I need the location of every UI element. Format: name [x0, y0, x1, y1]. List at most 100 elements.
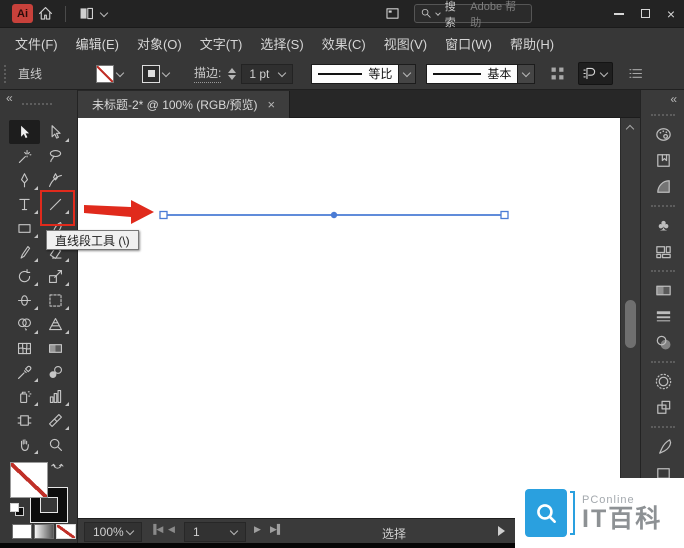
menu-item-1[interactable]: 编辑(E) [67, 34, 128, 53]
perspective-grid-tool[interactable] [40, 312, 71, 336]
blend-tool[interactable] [40, 360, 71, 384]
artboard-navigation-dropdown[interactable]: 1 [184, 522, 246, 542]
panel-drag-handle[interactable] [4, 65, 8, 83]
brush-definition-dropdown[interactable]: 基本 [426, 64, 518, 84]
gradient-tool[interactable] [40, 336, 71, 360]
curvature-tool[interactable] [40, 168, 71, 192]
shape-builder-tool[interactable] [9, 312, 40, 336]
fill-color-swatch[interactable] [96, 65, 114, 83]
panel-menu-icon[interactable] [627, 65, 644, 82]
next-artboard-icon[interactable]: ▶ [254, 524, 261, 535]
previous-artboard-icon[interactable]: ◀ [168, 524, 175, 535]
document-tab[interactable]: 未标题-2* @ 100% (RGB/预览) × [78, 91, 290, 118]
status-play-icon[interactable] [498, 526, 505, 536]
tool-name-label: 直线 [18, 65, 42, 82]
last-artboard-icon[interactable]: ▶▌ [270, 524, 283, 535]
gradient-button[interactable] [34, 524, 54, 539]
stroke-chevron-icon[interactable] [162, 68, 170, 76]
shaper-tool[interactable] [9, 240, 40, 264]
symbol-sprayer-tool[interactable] [9, 384, 40, 408]
minimize-button[interactable] [606, 3, 632, 25]
menu-item-3[interactable]: 文字(T) [191, 34, 252, 53]
canvas-artboard[interactable] [78, 118, 620, 518]
dock-drag-handle[interactable] [651, 426, 675, 428]
menu-item-7[interactable]: 窗口(W) [436, 34, 501, 53]
fill-swatch[interactable] [10, 462, 48, 498]
workspace-layout-icon[interactable] [74, 3, 98, 25]
menu-item-4[interactable]: 选择(S) [251, 34, 312, 53]
line-segment-object[interactable] [78, 118, 620, 518]
search-label: 搜索 [445, 0, 467, 30]
gradient-quarter-panel-icon[interactable] [648, 173, 678, 199]
artboards-panel-icon[interactable] [648, 238, 678, 264]
menu-item-6[interactable]: 视图(V) [375, 34, 436, 53]
free-transform-tool[interactable] [40, 288, 71, 312]
align-options-icon[interactable] [549, 65, 566, 82]
artboard-tool[interactable] [9, 408, 40, 432]
menu-item-2[interactable]: 对象(O) [128, 34, 191, 53]
arrange-documents-icon[interactable] [380, 3, 404, 25]
swap-fill-stroke-icon[interactable] [50, 461, 65, 479]
width-tool[interactable] [9, 288, 40, 312]
dock-drag-handle[interactable] [651, 361, 675, 363]
toolbar-drag-handle[interactable] [22, 103, 52, 105]
brush-definition-chevron-icon[interactable] [518, 64, 535, 84]
swatches-panel-icon[interactable] [648, 147, 678, 173]
direct-selection-tool[interactable] [40, 120, 71, 144]
appearance-panel-icon[interactable] [648, 368, 678, 394]
width-profile-dropdown[interactable]: 等比 [311, 64, 399, 84]
none-button[interactable] [56, 524, 76, 539]
layout-chevron-icon[interactable] [100, 8, 108, 16]
default-fill-stroke-icon[interactable] [10, 503, 26, 517]
magic-wand-tool[interactable] [9, 144, 40, 168]
app-logo-icon[interactable]: Ai [12, 4, 33, 23]
maximize-button[interactable] [632, 3, 658, 25]
dock-drag-handle[interactable] [651, 205, 675, 207]
zoom-tool[interactable] [40, 432, 71, 456]
scroll-up-icon[interactable] [626, 125, 634, 133]
stroke-weight-stepper[interactable] [228, 68, 236, 80]
scrollbar-thumb[interactable] [625, 300, 636, 348]
close-button[interactable]: × [658, 3, 684, 25]
menu-item-8[interactable]: 帮助(H) [501, 34, 563, 53]
pen-tool[interactable] [9, 168, 40, 192]
graphic-styles-panel-icon[interactable] [648, 394, 678, 420]
menu-item-0[interactable]: 文件(F) [6, 34, 67, 53]
hand-tool[interactable] [9, 432, 40, 456]
home-icon[interactable] [33, 3, 57, 25]
zoom-level-dropdown[interactable]: 100% [84, 522, 142, 542]
eyedropper-tool[interactable] [9, 360, 40, 384]
stroke-label[interactable]: 描边: [194, 64, 221, 83]
rotate-tool[interactable] [9, 264, 40, 288]
scale-tool[interactable] [40, 264, 71, 288]
stroke-color-swatch[interactable] [142, 65, 160, 83]
first-artboard-icon[interactable]: ▐◀ [150, 524, 163, 535]
menu-item-5[interactable]: 效果(C) [313, 34, 375, 53]
column-graph-tool[interactable] [40, 384, 71, 408]
titlebar-divider [65, 6, 66, 22]
fill-chevron-icon[interactable] [116, 68, 124, 76]
transparency-panel-icon[interactable] [648, 329, 678, 355]
color-button[interactable] [12, 524, 32, 539]
color-panel-icon[interactable] [648, 121, 678, 147]
type-tool[interactable] [9, 192, 40, 216]
tab-close-icon[interactable]: × [268, 97, 276, 112]
symbols-panel-icon[interactable]: ♣ [648, 212, 678, 238]
selection-tool[interactable] [9, 120, 40, 144]
search-box[interactable]: 搜索 Adobe 帮助 [414, 4, 532, 23]
dock-collapse-icon[interactable]: « [670, 93, 677, 105]
brushes-panel-icon[interactable] [648, 433, 678, 459]
width-profile-chevron-icon[interactable] [399, 64, 416, 84]
stroke-options-icon[interactable] [578, 62, 613, 85]
vertical-scrollbar[interactable] [620, 118, 640, 518]
stroke-weight-field[interactable]: 1 pt [241, 64, 293, 84]
rectangle-tool[interactable] [9, 216, 40, 240]
dock-drag-handle[interactable] [651, 114, 675, 116]
stroke-panel-icon[interactable] [648, 303, 678, 329]
slice-tool[interactable] [40, 408, 71, 432]
gradient-panel-icon[interactable] [648, 277, 678, 303]
mesh-tool[interactable] [9, 336, 40, 360]
dock-drag-handle[interactable] [651, 270, 675, 272]
toolbar-collapse-icon[interactable]: « [6, 92, 13, 104]
lasso-tool[interactable] [40, 144, 71, 168]
